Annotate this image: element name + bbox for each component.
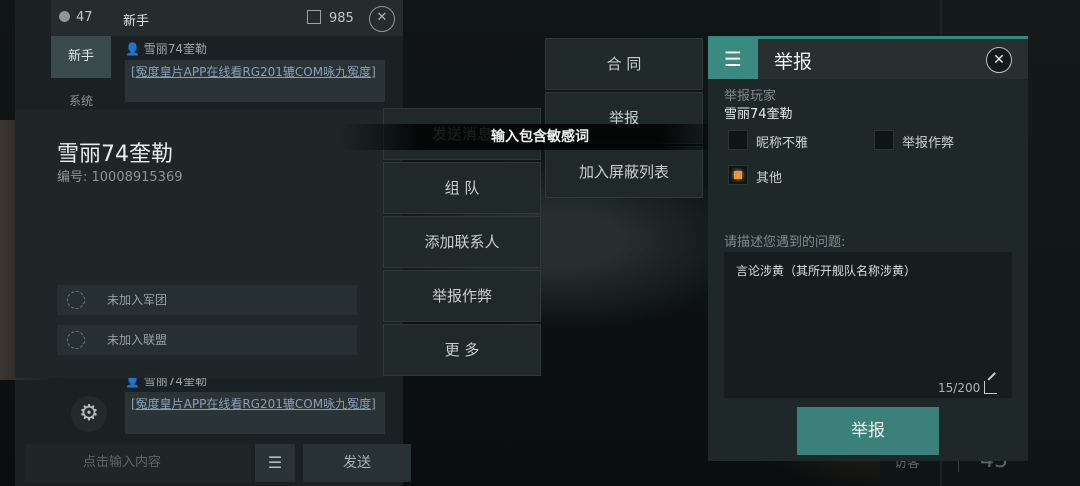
player-id: 编号: 10008915369 bbox=[57, 170, 183, 185]
checkbox-offensive-name[interactable] bbox=[728, 130, 748, 150]
checkbox-other[interactable] bbox=[728, 165, 748, 185]
member-count-value: 47 bbox=[76, 10, 93, 25]
close-icon[interactable]: ✕ bbox=[369, 6, 395, 32]
alliance-status: 未加入联盟 bbox=[107, 333, 168, 347]
toast-message: 输入包含敏感词 bbox=[340, 124, 740, 150]
checkbox-report-cheat[interactable] bbox=[874, 130, 894, 150]
contract-button[interactable]: 合 同 bbox=[545, 38, 703, 90]
chat-header: 47 新手 985 ✕ bbox=[51, 0, 403, 36]
checkbox-label: 举报作弊 bbox=[902, 136, 955, 151]
description-label: 请描述您遇到的问题: bbox=[724, 235, 846, 250]
send-button[interactable]: 发送 bbox=[303, 444, 411, 482]
player-card: 雪丽74奎勒 编号: 10008915369 未加入军团 未加入联盟 bbox=[15, 110, 383, 378]
list-icon[interactable]: ☰ bbox=[255, 444, 295, 482]
user-icon bbox=[59, 11, 70, 22]
team-button[interactable]: 组 队 bbox=[383, 162, 541, 214]
message-author: 👤 雪丽74奎勒 bbox=[125, 42, 208, 56]
legion-row: 未加入军团 bbox=[57, 285, 357, 315]
description-textarea[interactable]: 言论涉黄（其所开舰队名称涉黄） bbox=[724, 252, 1012, 398]
more-button[interactable]: 更 多 bbox=[383, 324, 541, 376]
score-value: 985 bbox=[329, 11, 354, 26]
report-cheat-button[interactable]: 举报作弊 bbox=[383, 270, 541, 322]
message-author-name: 雪丽74奎勒 bbox=[143, 42, 208, 56]
channel-title: 新手 bbox=[123, 14, 150, 29]
add-contact-button[interactable]: 添加联系人 bbox=[383, 216, 541, 268]
message-bubble[interactable]: [冤度皇片APP在线看RG201辘COM咏九冤度] bbox=[125, 392, 385, 434]
block-list-button[interactable]: 加入屏蔽列表 bbox=[545, 146, 703, 198]
menu-icon[interactable]: ☰ bbox=[708, 39, 758, 79]
close-icon[interactable]: ✕ bbox=[986, 47, 1012, 73]
tab-newbie[interactable]: 新手 bbox=[51, 36, 111, 78]
alliance-icon bbox=[67, 331, 85, 349]
report-header: ☰ 举报 ✕ bbox=[708, 39, 1028, 79]
report-player-name: 雪丽74奎勒 bbox=[724, 107, 793, 122]
gear-icon[interactable]: ⚙ bbox=[71, 396, 107, 432]
player-name: 雪丽74奎勒 bbox=[57, 142, 173, 167]
member-count: 47 bbox=[59, 10, 93, 25]
char-counter: 15/200 bbox=[938, 381, 981, 395]
report-player-label: 举报玩家 bbox=[724, 89, 777, 104]
chat-input[interactable]: 点击输入内容 bbox=[25, 444, 251, 482]
legion-status: 未加入军团 bbox=[107, 293, 168, 307]
report-dialog: ☰ 举报 ✕ 举报玩家 雪丽74奎勒 昵称不雅 举报作弊 其他 请描述您遇到的问… bbox=[708, 36, 1028, 461]
checkbox-label: 其他 bbox=[756, 171, 783, 186]
report-title: 举报 bbox=[774, 51, 813, 73]
alliance-row: 未加入联盟 bbox=[57, 325, 357, 355]
legion-icon bbox=[67, 291, 85, 309]
checkbox-label: 昵称不雅 bbox=[756, 136, 809, 151]
edit-icon[interactable] bbox=[984, 381, 997, 394]
score: 985 bbox=[307, 10, 354, 26]
submit-report-button[interactable]: 举报 bbox=[797, 407, 939, 455]
square-icon bbox=[307, 10, 321, 24]
message-bubble[interactable]: [冤度皇片APP在线看RG201辘COM咏九冤度] bbox=[125, 60, 385, 102]
